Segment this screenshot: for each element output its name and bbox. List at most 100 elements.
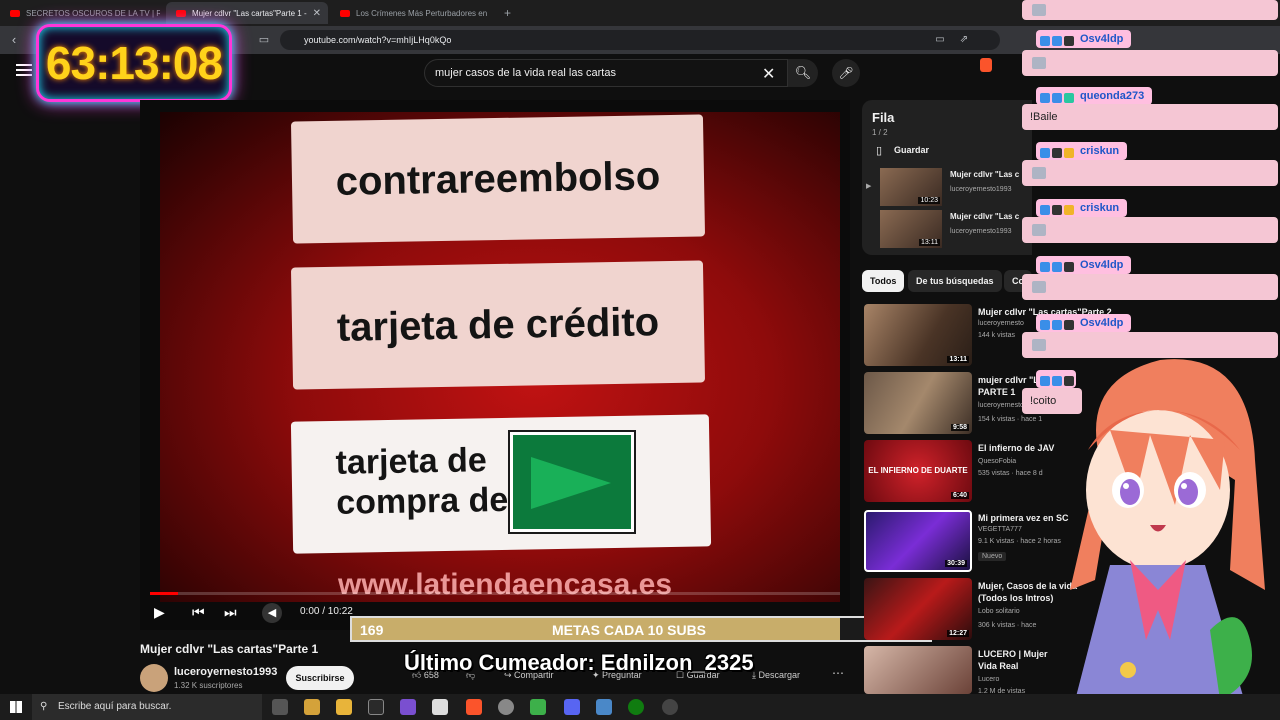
emote-icon bbox=[1032, 281, 1046, 293]
chip-todos[interactable]: Todos bbox=[862, 270, 905, 292]
rec-thumbnail: 9:58 bbox=[864, 372, 972, 434]
queue-thumbnail: 13:11 bbox=[880, 210, 942, 248]
chat-username: Osv4ldp bbox=[1036, 314, 1132, 332]
menu-icon[interactable] bbox=[16, 64, 32, 76]
bookmark-icon[interactable]: ▭ bbox=[254, 30, 274, 50]
vtuber-avatar bbox=[1070, 359, 1265, 720]
app-icon[interactable] bbox=[498, 699, 514, 715]
progress-fill bbox=[150, 592, 178, 595]
back-icon[interactable]: ‹ bbox=[4, 30, 24, 50]
search-icon: ⚲ bbox=[40, 701, 48, 712]
youtube-icon bbox=[176, 9, 186, 17]
next-icon[interactable]: ⏭ bbox=[224, 604, 237, 621]
queue-item[interactable]: 13:11 Mujer cdlvr "Las c luceroyernesto1… bbox=[868, 210, 1038, 250]
brave-shield-icon[interactable] bbox=[980, 58, 992, 72]
rec-thumbnail: 30:39 bbox=[864, 510, 972, 572]
rec-thumbnail: 12:27 bbox=[864, 578, 972, 640]
app-icon[interactable] bbox=[530, 699, 546, 715]
youtube-icon bbox=[10, 9, 20, 17]
media-player-icon[interactable] bbox=[662, 699, 678, 715]
badge-icons bbox=[1040, 203, 1076, 215]
chat-username: queonda273 bbox=[1036, 87, 1153, 105]
time-display: 0:00 / 10:22 bbox=[300, 606, 353, 617]
brave-browser-icon[interactable] bbox=[466, 699, 482, 715]
goal-label: METAS CADA 10 SUBS bbox=[552, 622, 707, 638]
queue-title: Fila bbox=[872, 110, 895, 125]
share-icon[interactable]: ⇗ bbox=[954, 30, 974, 50]
bookmark-icon[interactable]: ▯ bbox=[876, 144, 882, 157]
close-tab-icon[interactable]: ✕ bbox=[313, 8, 321, 19]
store-icon[interactable] bbox=[432, 699, 448, 715]
channel-avatar[interactable] bbox=[140, 664, 168, 692]
play-icon[interactable]: ▶ bbox=[154, 604, 165, 621]
volume-icon[interactable]: ◀ bbox=[262, 603, 282, 623]
app-icon[interactable] bbox=[596, 699, 612, 715]
chat-username: Osv4ldp bbox=[1036, 256, 1132, 274]
discord-icon[interactable] bbox=[564, 699, 580, 715]
file-explorer-icon[interactable] bbox=[336, 699, 352, 715]
subscribe-button[interactable]: Suscribirse bbox=[286, 666, 354, 690]
badge-icons bbox=[1040, 34, 1076, 46]
chip-busquedas[interactable]: De tus búsquedas bbox=[908, 270, 1002, 292]
cast-icon[interactable]: ▭ bbox=[930, 30, 950, 50]
queue-save-button[interactable]: Guardar bbox=[894, 145, 929, 155]
now-playing-icon: ▶ bbox=[866, 183, 872, 190]
chat-username: criskun bbox=[1036, 142, 1128, 160]
queue-count: 1 / 2 bbox=[872, 128, 888, 137]
app-icon[interactable] bbox=[304, 699, 320, 715]
search-icon: 🔍︎ bbox=[794, 65, 812, 80]
emote-icon bbox=[1032, 167, 1046, 179]
task-view-icon[interactable] bbox=[272, 699, 288, 715]
mic-icon[interactable]: 🎤︎ bbox=[832, 59, 860, 87]
search-input[interactable]: mujer casos de la vida real las cartas bbox=[424, 59, 788, 87]
tab-mujer-cdlvr[interactable]: Mujer cdlvr "Las cartas"Parte 1 - ✕ bbox=[166, 2, 328, 24]
emote-icon bbox=[1032, 224, 1046, 236]
tab-crimenes[interactable]: Los Crímenes Más Perturbadores en bbox=[330, 2, 490, 24]
chat-username: Osv4ldp bbox=[1036, 30, 1132, 48]
chat-message bbox=[1022, 160, 1278, 186]
queue-item[interactable]: ▶ 10:23 Mujer cdlvr "Las c luceroyernest… bbox=[866, 168, 1038, 208]
windows-taskbar: ⚲ Escribe aquí para buscar. bbox=[0, 694, 1280, 720]
app-icon[interactable] bbox=[400, 699, 416, 715]
chat-message bbox=[1022, 50, 1278, 76]
rec-thumbnail: EL INFIERNO DE DUARTE 6:40 bbox=[864, 440, 972, 502]
xbox-icon[interactable] bbox=[628, 699, 644, 715]
badge-icons bbox=[1040, 318, 1076, 330]
windows-start-icon[interactable] bbox=[10, 701, 22, 713]
video-text-box: tarjeta de crédito bbox=[290, 260, 706, 390]
url-field[interactable]: youtube.com/watch?v=mhIjLHq0kQo bbox=[280, 30, 1000, 50]
video-text-box: contrareembolso bbox=[290, 114, 706, 244]
chat-message bbox=[1022, 217, 1278, 243]
goal-current: 169 bbox=[360, 622, 384, 638]
chat-message bbox=[1022, 274, 1278, 300]
rec-thumbnail: 13:11 bbox=[864, 304, 972, 366]
channel-name[interactable]: luceroyernesto1993 bbox=[174, 666, 277, 678]
chat-username: criskun bbox=[1036, 199, 1128, 217]
badge-icons bbox=[1040, 260, 1076, 272]
video-title: Mujer cdlvr "Las cartas"Parte 1 bbox=[140, 642, 319, 656]
subs-goal-bar: 169 METAS CADA 10 SUBS 200 bbox=[350, 616, 932, 642]
stream-timer: 63:13:08 bbox=[36, 24, 232, 102]
more-icon[interactable]: ⋯ bbox=[832, 666, 844, 680]
chat-message bbox=[1022, 0, 1278, 20]
clear-search-icon[interactable]: ✕ bbox=[762, 64, 775, 84]
subscriber-count: 1.32 K suscriptores bbox=[174, 681, 243, 690]
badge-icons bbox=[1040, 91, 1076, 103]
taskbar-search-input[interactable]: ⚲ Escribe aquí para buscar. bbox=[32, 694, 262, 720]
emote-icon bbox=[1032, 4, 1046, 16]
last-cheerer-text: Último Cumeador: Ednilzon_2325 bbox=[404, 650, 754, 675]
rec-thumbnail bbox=[864, 646, 972, 694]
video-frame[interactable]: contrareembolso tarjeta de crédito tarje… bbox=[160, 112, 840, 602]
emote-icon bbox=[1032, 57, 1046, 69]
new-tab-button[interactable]: + bbox=[494, 2, 514, 24]
search-button[interactable]: 🔍︎ bbox=[788, 59, 818, 87]
video-url-text: www.latiendaencasa.es bbox=[338, 568, 673, 601]
notepad-icon[interactable] bbox=[368, 699, 384, 715]
download-button[interactable]: ⤓ Descargar bbox=[752, 670, 800, 681]
tab-secretos[interactable]: SECRETOS OSCUROS DE LA TV | REC bbox=[0, 2, 160, 24]
new-badge: Nuevo bbox=[978, 552, 1007, 561]
chat-message: !Baile bbox=[1022, 104, 1278, 130]
previous-icon[interactable]: ⏮ bbox=[192, 604, 205, 621]
video-text-box: tarjeta de compra de bbox=[290, 414, 712, 554]
progress-bar[interactable] bbox=[150, 592, 840, 595]
